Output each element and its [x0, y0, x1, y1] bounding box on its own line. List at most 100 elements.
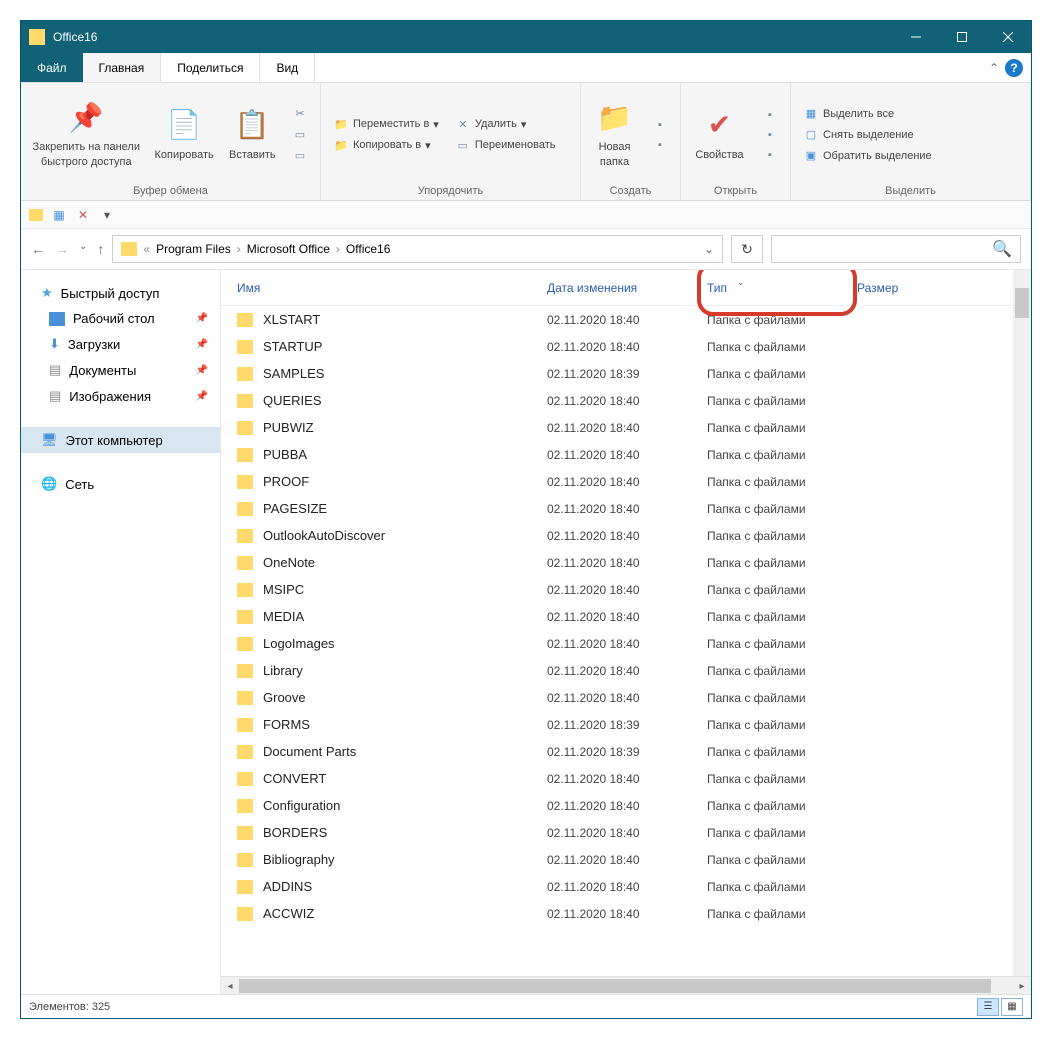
- new-folder-button[interactable]: 📁 Новая папка: [587, 98, 642, 171]
- refresh-button[interactable]: ↻: [731, 235, 763, 263]
- sidebar-pictures[interactable]: ▤ Изображения 📌: [21, 383, 220, 409]
- file-row[interactable]: MEDIA02.11.2020 18:40Папка с файлами: [221, 603, 1031, 630]
- sidebar-this-pc[interactable]: 🖥 Этот компьютер: [21, 427, 220, 453]
- scroll-left-button[interactable]: ◂: [221, 977, 239, 994]
- file-row[interactable]: Bibliography02.11.2020 18:40Папка с файл…: [221, 846, 1031, 873]
- horizontal-scrollbar[interactable]: ◂ ▸: [221, 976, 1031, 994]
- address-bar[interactable]: « Program Files › Microsoft Office › Off…: [112, 235, 723, 263]
- maximize-button[interactable]: [939, 21, 985, 53]
- file-row[interactable]: CONVERT02.11.2020 18:40Папка с файлами: [221, 765, 1031, 792]
- paste-button[interactable]: 📋 Вставить: [223, 105, 282, 164]
- file-date: 02.11.2020 18:40: [547, 421, 707, 435]
- open-button[interactable]: ▪: [756, 106, 784, 124]
- file-row[interactable]: QUERIES02.11.2020 18:40Папка с файлами: [221, 387, 1031, 414]
- file-row[interactable]: FORMS02.11.2020 18:39Папка с файлами: [221, 711, 1031, 738]
- sidebar-quick-access[interactable]: ★ Быстрый доступ: [21, 280, 220, 306]
- file-row[interactable]: OneNote02.11.2020 18:40Папка с файлами: [221, 549, 1031, 576]
- nav-recent-button[interactable]: ⌄: [79, 241, 87, 257]
- address-dropdown-icon[interactable]: ⌄: [704, 242, 714, 256]
- column-size[interactable]: Размер: [857, 281, 937, 295]
- tab-home[interactable]: Главная: [83, 53, 162, 82]
- file-row[interactable]: STARTUP02.11.2020 18:40Папка с файлами: [221, 333, 1031, 360]
- file-row[interactable]: MSIPC02.11.2020 18:40Папка с файлами: [221, 576, 1031, 603]
- file-row[interactable]: PUBWIZ02.11.2020 18:40Папка с файлами: [221, 414, 1031, 441]
- file-row[interactable]: PAGESIZE02.11.2020 18:40Папка с файлами: [221, 495, 1031, 522]
- qat-folder-icon[interactable]: [29, 209, 43, 221]
- qat-delete-icon[interactable]: ✕: [75, 207, 91, 223]
- file-date: 02.11.2020 18:39: [547, 718, 707, 732]
- ribbon-collapse-icon[interactable]: ⌃: [989, 61, 999, 75]
- invert-selection-button[interactable]: ▣Обратить выделение: [797, 146, 938, 165]
- select-none-button[interactable]: ▢Снять выделение: [797, 125, 938, 144]
- column-name[interactable]: Имя: [237, 281, 547, 295]
- properties-button[interactable]: ✔ Свойства: [687, 105, 752, 164]
- move-to-button[interactable]: 📁Переместить в ▾: [327, 115, 445, 134]
- column-type[interactable]: Тип ⌄: [707, 281, 857, 295]
- network-icon: 🌐: [41, 476, 57, 492]
- tab-view[interactable]: Вид: [260, 53, 315, 82]
- search-input[interactable]: 🔍: [771, 235, 1021, 263]
- file-name: STARTUP: [263, 339, 547, 354]
- breadcrumb[interactable]: Program Files: [156, 242, 231, 256]
- delete-button[interactable]: ✕Удалить ▾: [449, 115, 562, 134]
- new-item-button[interactable]: ▪: [646, 116, 674, 134]
- select-all-button[interactable]: ▦Выделить все: [797, 104, 938, 123]
- file-row[interactable]: ACCWIZ02.11.2020 18:40Папка с файлами: [221, 900, 1031, 927]
- file-type: Папка с файлами: [707, 907, 857, 921]
- file-row[interactable]: OutlookAutoDiscover02.11.2020 18:40Папка…: [221, 522, 1031, 549]
- file-list[interactable]: XLSTART02.11.2020 18:40Папка с файламиST…: [221, 306, 1031, 976]
- tab-share[interactable]: Поделиться: [161, 53, 260, 82]
- history-button[interactable]: ▪: [756, 146, 784, 164]
- file-row[interactable]: XLSTART02.11.2020 18:40Папка с файлами: [221, 306, 1031, 333]
- window-title: Office16: [53, 30, 893, 44]
- file-row[interactable]: PROOF02.11.2020 18:40Папка с файлами: [221, 468, 1031, 495]
- file-row[interactable]: BORDERS02.11.2020 18:40Папка с файлами: [221, 819, 1031, 846]
- sort-indicator-icon: ⌄: [737, 277, 745, 288]
- file-row[interactable]: PUBBA02.11.2020 18:40Папка с файлами: [221, 441, 1031, 468]
- file-row[interactable]: SAMPLES02.11.2020 18:39Папка с файлами: [221, 360, 1031, 387]
- help-icon[interactable]: ?: [1005, 59, 1023, 77]
- cut-button[interactable]: ✂: [286, 104, 314, 123]
- nav-forward-button[interactable]: →: [55, 241, 69, 257]
- scroll-thumb[interactable]: [1015, 288, 1029, 318]
- pin-quick-access-button[interactable]: 📌 Закрепить на панели быстрого доступа: [27, 98, 146, 171]
- qat-dropdown-icon[interactable]: ▾: [99, 207, 115, 223]
- breadcrumb[interactable]: Microsoft Office: [247, 242, 330, 256]
- file-row[interactable]: Document Parts02.11.2020 18:39Папка с фа…: [221, 738, 1031, 765]
- copy-path-button[interactable]: ▭: [286, 125, 314, 144]
- breadcrumb[interactable]: Office16: [346, 242, 390, 256]
- view-details-button[interactable]: ☰: [977, 998, 999, 1016]
- file-row[interactable]: Configuration02.11.2020 18:40Папка с фай…: [221, 792, 1031, 819]
- paste-shortcut-button[interactable]: ▭: [286, 146, 314, 165]
- tab-file[interactable]: Файл: [21, 53, 83, 82]
- nav-up-button[interactable]: ↑: [97, 241, 104, 257]
- scroll-thumb[interactable]: [239, 979, 991, 993]
- file-row[interactable]: Groove02.11.2020 18:40Папка с файлами: [221, 684, 1031, 711]
- pin-icon: 📌: [196, 365, 208, 376]
- copy-to-button[interactable]: 📁Копировать в ▾: [327, 136, 445, 155]
- qat-view-icon[interactable]: ▦: [51, 207, 67, 223]
- file-type: Папка с файлами: [707, 394, 857, 408]
- file-row[interactable]: LogoImages02.11.2020 18:40Папка с файлам…: [221, 630, 1031, 657]
- file-row[interactable]: ADDINS02.11.2020 18:40Папка с файлами: [221, 873, 1031, 900]
- sidebar-desktop[interactable]: Рабочий стол 📌: [21, 306, 220, 331]
- close-button[interactable]: [985, 21, 1031, 53]
- column-date[interactable]: Дата изменения: [547, 281, 707, 295]
- sidebar-documents[interactable]: ▤ Документы 📌: [21, 357, 220, 383]
- copy-button[interactable]: 📄 Копировать: [150, 105, 219, 164]
- rename-button[interactable]: ▭Переименовать: [449, 136, 562, 155]
- file-date: 02.11.2020 18:40: [547, 610, 707, 624]
- scroll-right-button[interactable]: ▸: [1013, 977, 1031, 994]
- vertical-scrollbar[interactable]: [1013, 270, 1031, 976]
- edit-button[interactable]: ▪: [756, 126, 784, 144]
- nav-back-button[interactable]: ←: [31, 241, 45, 257]
- file-row[interactable]: Library02.11.2020 18:40Папка с файлами: [221, 657, 1031, 684]
- file-type: Папка с файлами: [707, 799, 857, 813]
- sidebar-downloads[interactable]: ⬇ Загрузки 📌: [21, 331, 220, 357]
- view-icons-button[interactable]: ▦: [1001, 998, 1023, 1016]
- minimize-button[interactable]: [893, 21, 939, 53]
- folder-icon: [237, 772, 253, 786]
- sidebar-network[interactable]: 🌐 Сеть: [21, 471, 220, 497]
- file-date: 02.11.2020 18:40: [547, 340, 707, 354]
- easy-access-button[interactable]: ▪: [646, 136, 674, 154]
